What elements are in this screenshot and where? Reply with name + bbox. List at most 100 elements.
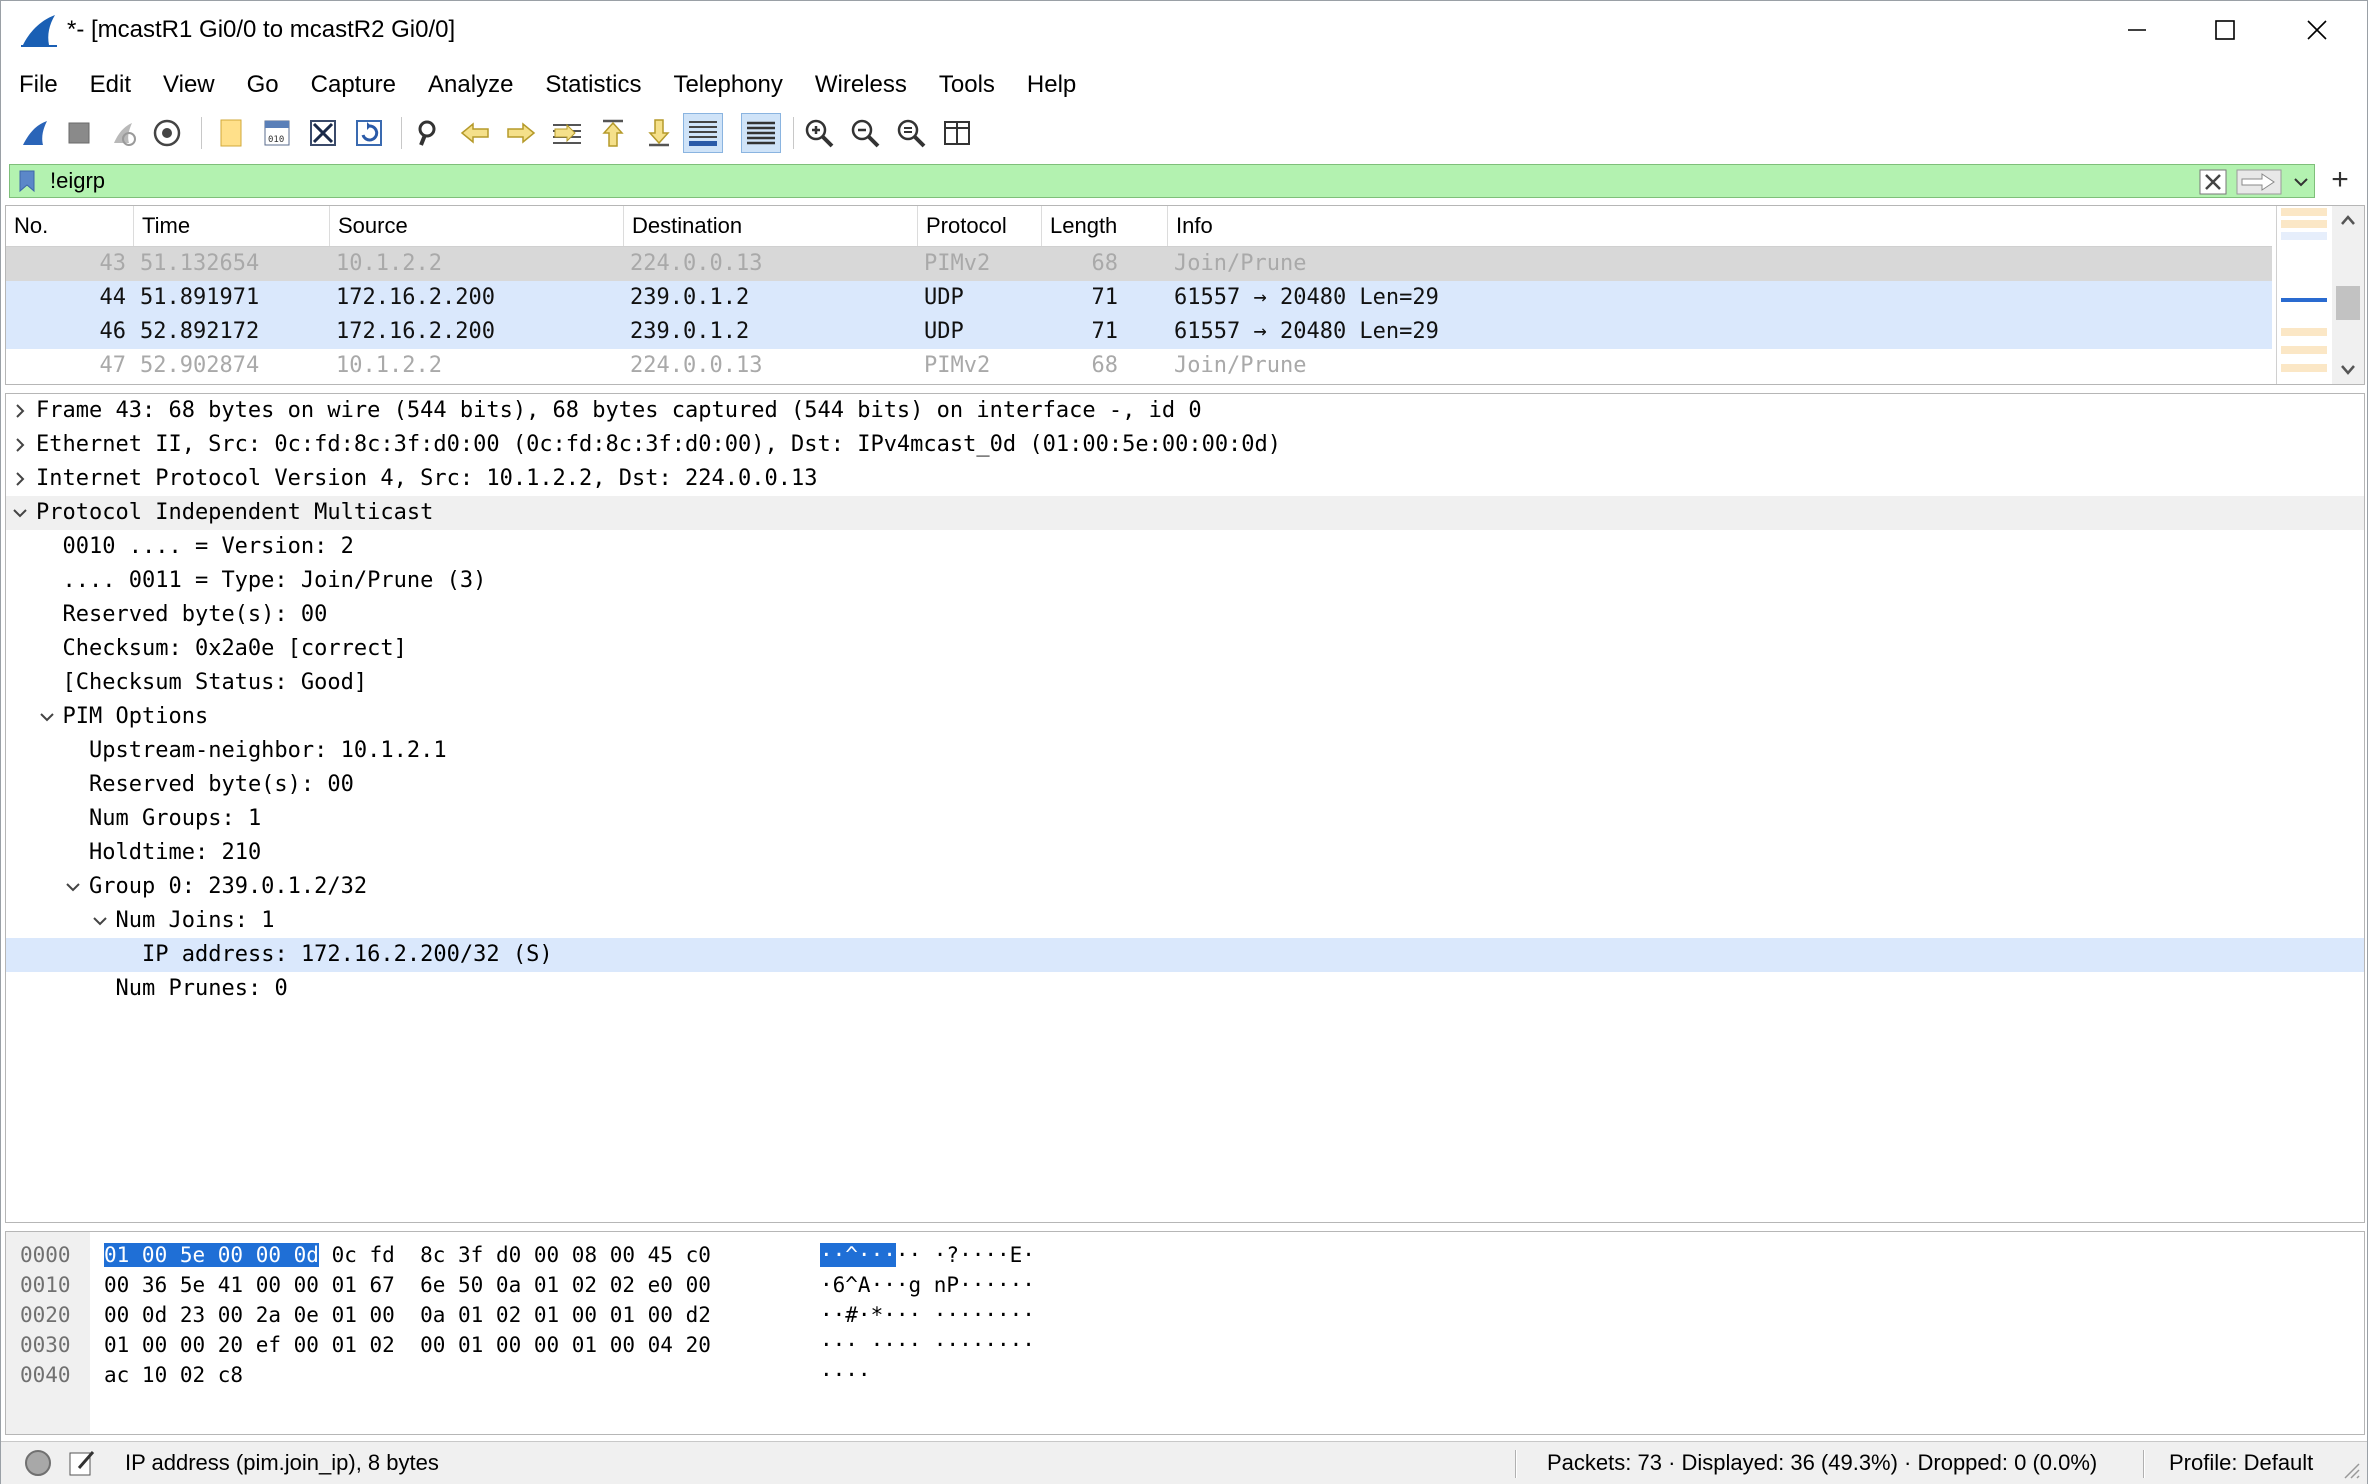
capture-status-icon[interactable] xyxy=(25,1450,51,1476)
bytes-ascii-values[interactable]: ··#·*··· ········ xyxy=(820,1303,1035,1327)
bytes-hex[interactable]: 00 0d 23 00 2a 0e 01 00 0a 01 02 01 00 0… xyxy=(104,1300,711,1330)
close-file-button[interactable] xyxy=(303,113,343,153)
bookmark-icon[interactable] xyxy=(14,169,40,193)
open-file-button[interactable] xyxy=(211,113,251,153)
minimize-button[interactable] xyxy=(2091,1,2183,59)
bytes-ascii-highlight[interactable]: ··^··· xyxy=(820,1243,896,1267)
detail-tree-item[interactable]: Reserved byte(s): 00 xyxy=(6,598,2364,632)
save-file-button[interactable]: 010 xyxy=(257,113,297,153)
detail-tree-item[interactable]: Holdtime: 210 xyxy=(6,836,2364,870)
scroll-up-icon[interactable] xyxy=(2332,206,2364,236)
packet-row[interactable]: 46 52.892172 172.16.2.200 239.0.1.2 UDP … xyxy=(6,315,2272,349)
bytes-ascii[interactable]: ·6^A···g nP······ xyxy=(820,1270,1035,1300)
menu-capture[interactable]: Capture xyxy=(295,63,412,107)
reload-file-button[interactable] xyxy=(349,113,389,153)
menu-help[interactable]: Help xyxy=(1011,63,1092,107)
detail-tree-item[interactable]: Num Joins: 1 xyxy=(6,904,2364,938)
column-header-time[interactable]: Time xyxy=(134,206,330,246)
detail-tree-item[interactable]: Ethernet II, Src: 0c:fd:8c:3f:d0:00 (0c:… xyxy=(6,428,2364,462)
column-header-length[interactable]: Length xyxy=(1042,206,1168,246)
detail-tree-item[interactable]: Protocol Independent Multicast xyxy=(6,496,2364,530)
normal-size-button[interactable] xyxy=(891,113,931,153)
maximize-button[interactable] xyxy=(2179,1,2271,59)
detail-tree-item[interactable]: Reserved byte(s): 00 xyxy=(6,768,2364,802)
detail-tree-item[interactable]: PIM Options xyxy=(6,700,2364,734)
scroll-down-icon[interactable] xyxy=(2332,354,2364,384)
chevron-down-icon[interactable] xyxy=(39,709,55,725)
zoom-in-button[interactable] xyxy=(799,113,839,153)
bytes-ascii[interactable]: ··· ···· ········ xyxy=(820,1330,1035,1360)
packet-row[interactable]: 47 52.902874 10.1.2.2 224.0.0.13 PIMv2 6… xyxy=(6,349,2272,383)
detail-tree-item[interactable]: [Checksum Status: Good] xyxy=(6,666,2364,700)
bytes-ascii-values[interactable]: ·6^A···g nP······ xyxy=(820,1273,1035,1297)
filter-history-dropdown[interactable] xyxy=(2290,168,2312,196)
column-header-info[interactable]: Info xyxy=(1168,206,2272,246)
bytes-ascii[interactable]: ··#·*··· ········ xyxy=(820,1300,1035,1330)
chevron-right-icon[interactable] xyxy=(12,437,28,453)
display-filter-input[interactable] xyxy=(50,165,2150,197)
bytes-hex[interactable]: ac 10 02 c8 xyxy=(104,1360,243,1390)
detail-tree-item[interactable]: Frame 43: 68 bytes on wire (544 bits), 6… xyxy=(6,394,2364,428)
bytes-hex[interactable]: 01 00 00 20 ef 00 01 02 00 01 00 00 01 0… xyxy=(104,1330,711,1360)
bytes-ascii-values[interactable]: ··· ···· ········ xyxy=(820,1333,1035,1357)
detail-tree-item[interactable]: Group 0: 239.0.1.2/32 xyxy=(6,870,2364,904)
menu-tools[interactable]: Tools xyxy=(923,63,1011,107)
bytes-hex-values[interactable]: 0c fd 8c 3f d0 00 08 00 45 c0 xyxy=(319,1243,711,1267)
menu-go[interactable]: Go xyxy=(231,63,295,107)
bytes-ascii-values[interactable]: ·· ·?····E· xyxy=(896,1243,1035,1267)
bytes-hex[interactable]: 01 00 5e 00 00 0d 0c fd 8c 3f d0 00 08 0… xyxy=(104,1240,711,1270)
detail-tree-item[interactable]: 0010 .... = Version: 2 xyxy=(6,530,2364,564)
apply-filter-icon[interactable] xyxy=(2236,168,2282,196)
restart-capture-button[interactable] xyxy=(103,113,143,153)
bytes-hex-values[interactable]: 01 00 00 20 ef 00 01 02 00 01 00 00 01 0… xyxy=(104,1333,711,1357)
zoom-out-button[interactable] xyxy=(845,113,885,153)
detail-tree-item[interactable]: Num Groups: 1 xyxy=(6,802,2364,836)
first-packet-button[interactable] xyxy=(593,113,633,153)
capture-options-button[interactable] xyxy=(147,113,187,153)
detail-tree-item[interactable]: .... 0011 = Type: Join/Prune (3) xyxy=(6,564,2364,598)
bytes-hex-values[interactable]: 00 0d 23 00 2a 0e 01 00 0a 01 02 01 00 0… xyxy=(104,1303,711,1327)
chevron-down-icon[interactable] xyxy=(12,505,28,521)
detail-tree-item[interactable]: IP address: 172.16.2.200/32 (S) xyxy=(6,938,2364,972)
menu-telephony[interactable]: Telephony xyxy=(657,63,798,107)
go-back-button[interactable] xyxy=(455,113,495,153)
menu-edit[interactable]: Edit xyxy=(74,63,147,107)
column-header-protocol[interactable]: Protocol xyxy=(918,206,1042,246)
start-capture-button[interactable] xyxy=(15,113,55,153)
packet-row[interactable]: 43 51.132654 10.1.2.2 224.0.0.13 PIMv2 6… xyxy=(6,247,2272,281)
title-bar[interactable]: *- [mcastR1 Gi0/0 to mcastR2 Gi0/0] xyxy=(1,1,2367,59)
chevron-right-icon[interactable] xyxy=(12,471,28,487)
menu-analyze[interactable]: Analyze xyxy=(412,63,529,107)
menu-view[interactable]: View xyxy=(147,63,231,107)
edit-comment-icon[interactable] xyxy=(67,1448,97,1478)
detail-tree-item[interactable]: Internet Protocol Version 4, Src: 10.1.2… xyxy=(6,462,2364,496)
detail-tree-item[interactable]: Upstream-neighbor: 10.1.2.1 xyxy=(6,734,2364,768)
autoscroll-toggle[interactable] xyxy=(683,113,723,153)
find-packet-button[interactable] xyxy=(409,113,449,153)
column-header-source[interactable]: Source xyxy=(330,206,624,246)
go-forward-button[interactable] xyxy=(501,113,541,153)
go-to-packet-button[interactable] xyxy=(547,113,587,153)
bytes-hex[interactable]: 00 36 5e 41 00 00 01 67 6e 50 0a 01 02 0… xyxy=(104,1270,711,1300)
colorize-toggle[interactable] xyxy=(741,113,781,153)
bytes-hex-values[interactable]: 00 36 5e 41 00 00 01 67 6e 50 0a 01 02 0… xyxy=(104,1273,711,1297)
close-button[interactable] xyxy=(2271,1,2363,59)
chevron-down-icon[interactable] xyxy=(65,879,81,895)
last-packet-button[interactable] xyxy=(639,113,679,153)
packet-minimap[interactable] xyxy=(2276,206,2331,384)
detail-tree-item[interactable]: Num Prunes: 0 xyxy=(6,972,2364,1006)
packet-row[interactable]: 44 51.891971 172.16.2.200 239.0.1.2 UDP … xyxy=(6,281,2272,315)
column-header-no[interactable]: No. xyxy=(6,206,134,246)
status-profile[interactable]: Profile: Default xyxy=(2169,1442,2313,1484)
bytes-ascii[interactable]: ···· xyxy=(820,1360,871,1390)
resize-columns-button[interactable] xyxy=(937,113,977,153)
bytes-hex-values[interactable]: ac 10 02 c8 xyxy=(104,1363,243,1387)
menu-file[interactable]: File xyxy=(1,63,74,107)
resize-grip-icon[interactable] xyxy=(2341,1460,2361,1480)
add-filter-button[interactable]: + xyxy=(2323,164,2357,198)
scroll-thumb[interactable] xyxy=(2336,286,2360,320)
stop-capture-button[interactable] xyxy=(59,113,99,153)
clear-filter-icon[interactable] xyxy=(2198,168,2228,196)
packet-list-scrollbar[interactable] xyxy=(2332,206,2364,384)
bytes-ascii-values[interactable]: ···· xyxy=(820,1363,871,1387)
